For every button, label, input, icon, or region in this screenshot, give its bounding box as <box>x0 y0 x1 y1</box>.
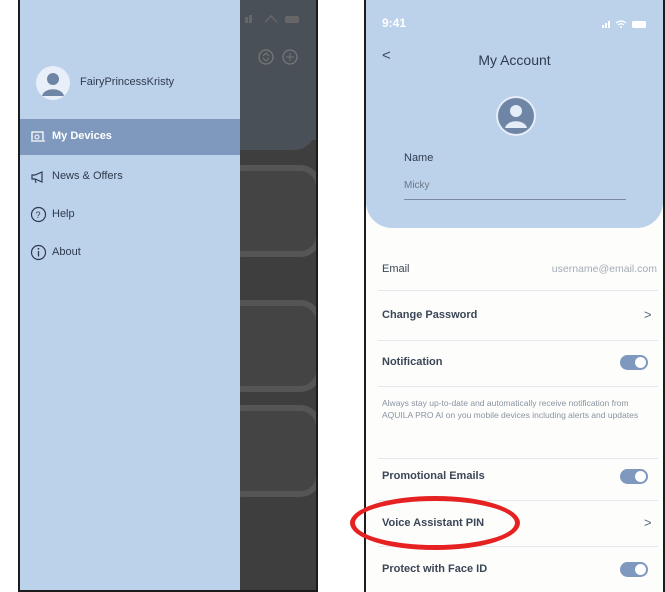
toggle-knob <box>635 471 646 482</box>
megaphone-icon <box>30 168 47 185</box>
toggle-knob <box>635 564 646 575</box>
status-bar-icons <box>245 14 305 27</box>
drawer-item-about[interactable]: About <box>20 235 240 271</box>
drawer-item-label: About <box>52 246 81 258</box>
notification-toggle[interactable] <box>620 355 648 370</box>
svg-text:?: ? <box>36 210 41 220</box>
toggle-knob <box>635 357 646 368</box>
change-password-row[interactable]: Change Password > <box>366 293 663 337</box>
promotional-emails-label: Promotional Emails <box>382 470 485 482</box>
name-field[interactable]: Micky <box>404 180 430 191</box>
header-icons <box>258 48 308 71</box>
notification-description: Always stay up-to-date and automatically… <box>382 398 639 420</box>
email-label: Email <box>382 263 410 275</box>
add-icon <box>282 49 298 65</box>
chevron-right-icon: > <box>644 307 652 322</box>
status-time: 9:41 <box>382 16 407 30</box>
divider <box>378 386 658 387</box>
drawer-item-my-devices[interactable]: My Devices <box>20 119 240 155</box>
drawer-item-help[interactable]: ? Help <box>20 197 240 233</box>
user-avatar-icon[interactable] <box>36 66 70 100</box>
change-password-label: Change Password <box>382 309 478 321</box>
promotional-emails-toggle[interactable] <box>620 469 648 484</box>
devices-icon <box>30 128 47 145</box>
drawer-item-label: Help <box>52 208 75 220</box>
profile-avatar-icon[interactable] <box>496 96 536 136</box>
status-bar-icons <box>602 16 652 34</box>
divider <box>378 340 658 341</box>
name-field-label: Name <box>404 152 434 164</box>
name-field-underline <box>404 199 626 200</box>
notification-label: Notification <box>382 356 443 368</box>
wifi-icon <box>615 20 627 28</box>
left-phone-screen: FairyPrincessKristy My Devices News & Of… <box>18 0 318 592</box>
email-value: username@email.com <box>551 263 657 275</box>
drawer-username: FairyPrincessKristy <box>80 76 175 88</box>
chevron-right-icon: > <box>644 515 652 530</box>
page-title: My Account <box>478 52 551 68</box>
face-id-toggle[interactable] <box>620 562 648 577</box>
signal-icon <box>602 21 610 28</box>
divider <box>378 290 658 291</box>
drawer-item-label: News & Offers <box>52 170 123 182</box>
divider <box>378 458 658 459</box>
drawer-item-label: My Devices <box>52 130 112 142</box>
sort-icon <box>258 49 274 65</box>
highlight-ellipse <box>350 496 520 550</box>
drawer-item-news-offers[interactable]: News & Offers <box>20 159 240 195</box>
help-icon: ? <box>30 206 47 223</box>
info-icon <box>30 244 47 261</box>
navigation-drawer: FairyPrincessKristy My Devices News & Of… <box>20 0 240 590</box>
face-id-label: Protect with Face ID <box>382 563 488 575</box>
battery-icon <box>632 21 646 28</box>
